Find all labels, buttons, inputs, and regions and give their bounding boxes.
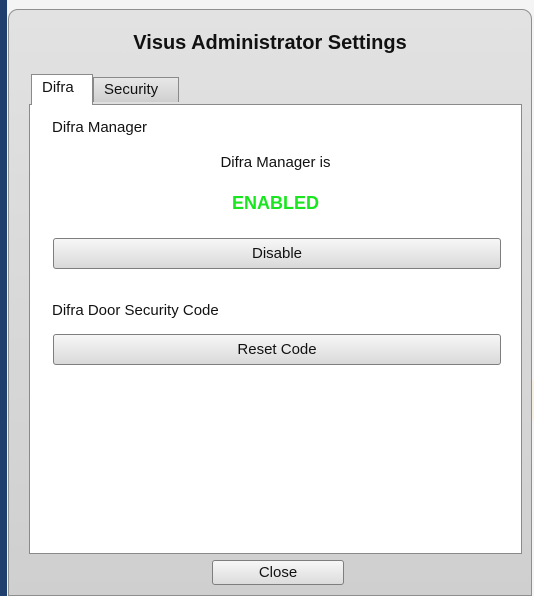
difra-manager-status-text: Difra Manager is — [220, 154, 331, 171]
difra-tab-panel: Difra Manager Difra Manager is ENABLED D… — [29, 104, 522, 554]
window-frame-edge — [0, 0, 7, 596]
admin-settings-dialog: Visus Administrator Settings Difra Secur… — [8, 9, 532, 596]
reset-code-button[interactable]: Reset Code — [53, 334, 501, 365]
difra-manager-status-badge: ENABLED — [231, 193, 319, 213]
difra-manager-label: Difra Manager — [52, 119, 148, 136]
disable-button[interactable]: Disable — [53, 238, 501, 269]
tab-security[interactable]: Security — [93, 77, 179, 102]
door-security-code-label: Difra Door Security Code — [52, 302, 219, 319]
tab-difra[interactable]: Difra — [31, 74, 93, 105]
dialog-title: Visus Administrator Settings — [133, 32, 407, 54]
close-button[interactable]: Close — [212, 560, 344, 585]
